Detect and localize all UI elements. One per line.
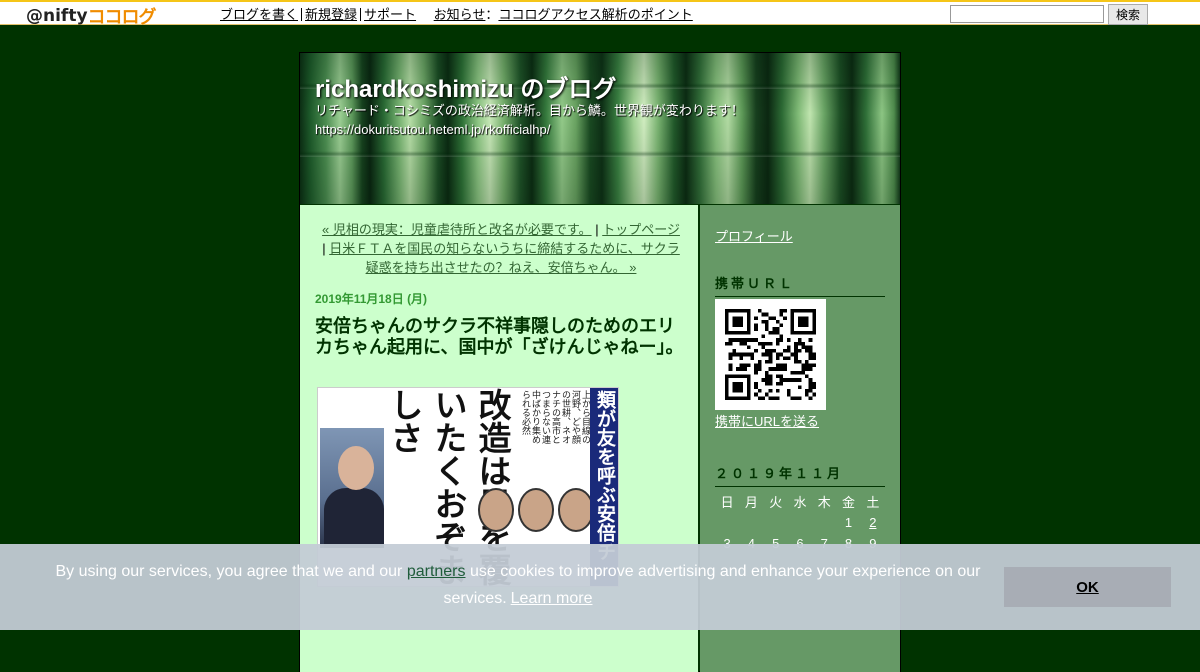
logo-nifty-text: @nifty [26,6,88,26]
cookie-consent-banner: By using our services, you agree that we… [0,544,1200,630]
divider [360,8,362,21]
calendar-day [715,512,739,533]
entry-date: 2019年11月18日 (月) [315,292,428,306]
nav-separator: | [591,222,603,237]
calendar-week-row: 1 2 [715,512,885,533]
weekday-sun: 日 [720,495,734,510]
entry-title: 安倍ちゃんのサクラ不祥事隠しのためのエリカちゃん起用に、国中が「ざけんじゃねー」… [315,316,684,357]
minister-face [558,488,594,532]
prev-entry-link[interactable]: « 児相の現実：児童虐待所と改名が必要です。 [322,222,592,237]
blog-tagline: リチャード・コシミズの政治経済解析。目から鱗。世界観が変わります！ [315,103,744,118]
cookie-text-before: By using our services, you agree that we… [55,563,407,580]
image-small-text: 上から目線の河野、どや顔の世耕、ネオナチの高市とつまらない連中ばかり集められる必… [520,390,590,444]
portrait-suit [324,488,384,548]
weekday-wed: 水 [793,495,807,510]
weekday-sat: 土 [866,495,880,510]
calendar-day-link[interactable]: 2 [869,515,876,530]
notice-label-link[interactable]: お知らせ [434,7,486,22]
top-links: ブログを書く 新規登録 サポート お知らせ：ココログアクセス解析のポイント [220,4,693,23]
write-blog-link[interactable]: ブログを書く [220,7,298,22]
calendar-day: 2 [861,512,885,533]
calendar-day [739,512,763,533]
divider [301,8,303,21]
mobile-url-heading: 携帯ＵＲＬ [715,273,885,297]
top-page-link[interactable]: トップページ [602,222,680,237]
calendar-heading: ２０１９年１１月 [715,463,885,487]
nifty-top-bar: @niftyココログ ブログを書く 新規登録 サポート お知らせ：ココログアクセス解… [0,0,1200,28]
cookie-ok-button[interactable]: OK [1004,567,1171,607]
weekday-mon: 月 [744,495,758,510]
signup-link[interactable]: 新規登録 [305,7,357,22]
portrait-photo [320,428,384,548]
calendar-day [812,512,836,533]
calendar-day [764,512,788,533]
weekday-tue: 火 [769,495,783,510]
logo-cocolog-text: ココログ [87,7,157,28]
search-input[interactable] [950,5,1104,23]
calendar-weekday-row: 日 月 火 水 木 金 土 [715,491,885,512]
minister-face [518,488,554,532]
search-button[interactable]: 検索 [1108,4,1148,25]
next-entry-link[interactable]: 日米ＦＴＡを国民の知らないうちに締結するために、サクラ疑惑を持ち出させたの？ねえ… [329,241,680,275]
nifty-cocolog-logo[interactable]: @niftyココログ [26,3,157,28]
notice-article-link[interactable]: ココログアクセス解析のポイント [498,7,692,22]
qr-code [715,299,826,410]
image-minister-faces [478,488,594,548]
blog-url: https://dokuritsutou.heteml.jp/rkofficia… [315,122,551,137]
support-link[interactable]: サポート [364,7,416,22]
blog-description: リチャード・コシミズの政治経済解析。目から鱗。世界観が変わります！ https:… [315,101,744,139]
blog-title-link[interactable]: richardkoshimizu のブログ [315,69,616,104]
partners-link[interactable]: partners [407,563,466,580]
entry-navigation: « 児相の現実：児童虐待所と改名が必要です。 | トップページ | 日米ＦＴＡを… [320,220,682,277]
weekday-fri: 金 [842,495,856,510]
calendar-day [788,512,812,533]
calendar-day: 1 [844,515,853,530]
qr-code-icon [725,309,816,400]
send-url-to-mobile-link[interactable]: 携帯にURLを送る [715,411,819,430]
cookie-message: By using our services, you agree that we… [40,558,996,612]
blog-banner: richardkoshimizu のブログ リチャード・コシミズの政治経済解析。… [300,53,900,204]
portrait-face [338,446,374,490]
notice-colon: ： [485,7,499,22]
profile-link[interactable]: プロフィール [715,226,793,245]
minister-face [478,488,514,532]
learn-more-link[interactable]: Learn more [511,590,593,607]
weekday-thu: 木 [817,495,831,510]
